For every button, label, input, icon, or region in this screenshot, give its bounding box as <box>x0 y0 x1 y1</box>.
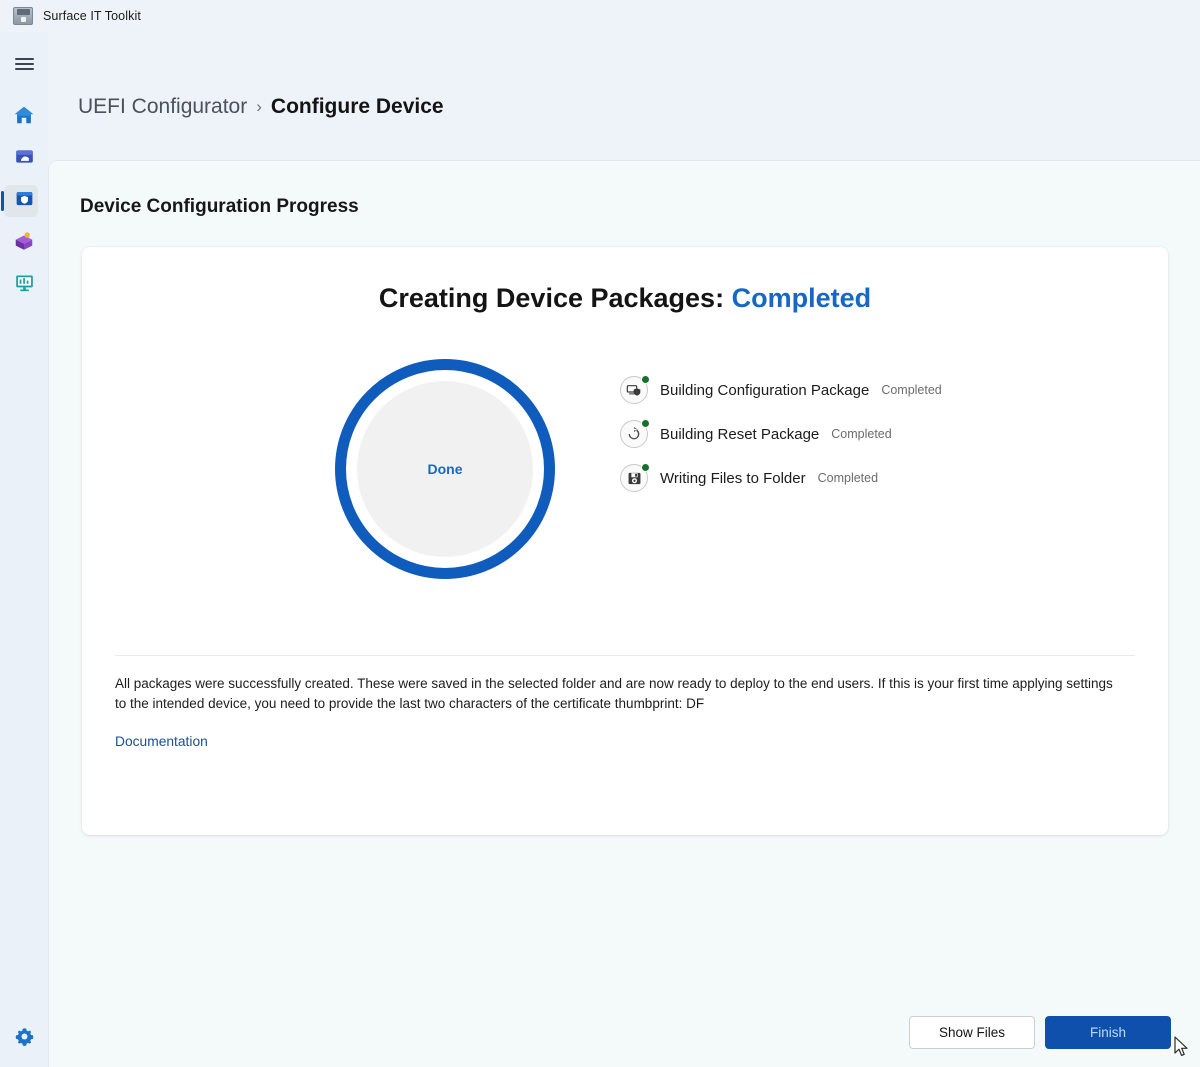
task-item: Writing Files to Folder Completed <box>620 463 942 493</box>
app-title: Surface IT Toolkit <box>43 9 141 23</box>
gear-icon <box>14 1026 35 1052</box>
data-eraser-icon <box>14 146 35 172</box>
task-status: Completed <box>831 427 891 441</box>
sidebar-item-asset-packager[interactable] <box>0 222 48 264</box>
card-divider <box>115 655 1135 656</box>
shield-box-icon <box>14 188 35 214</box>
mouse-cursor <box>1174 1036 1190 1063</box>
progress-zone: Done Build <box>82 355 1168 615</box>
rail-item-list <box>0 96 48 306</box>
footer-actions: Show Files Finish <box>909 1016 1171 1049</box>
task-list: Building Configuration Package Completed <box>620 375 942 493</box>
page-title: Device Configuration Progress <box>80 196 359 218</box>
content-surface: Device Configuration Progress Creating D… <box>48 160 1200 1067</box>
sidebar-item-uefi-configurator[interactable] <box>0 180 48 222</box>
navigation-rail <box>0 32 48 1067</box>
task-item: Building Configuration Package Completed <box>620 375 942 405</box>
monitor-chart-icon <box>14 272 35 298</box>
sidebar-item-data-eraser[interactable] <box>0 138 48 180</box>
progress-ring: Done <box>335 359 555 579</box>
result-description: All packages were successfully created. … <box>115 674 1115 714</box>
title-bar: Surface IT Toolkit <box>0 0 1200 32</box>
settings-button[interactable] <box>0 1019 48 1059</box>
reset-arrow-icon <box>620 420 648 448</box>
task-status: Completed <box>881 383 941 397</box>
task-status: Completed <box>818 471 878 485</box>
task-label: Building Configuration Package <box>660 382 869 399</box>
headline-prefix: Creating Device Packages: <box>379 283 724 313</box>
home-icon <box>13 104 35 131</box>
sidebar-item-home[interactable] <box>0 96 48 138</box>
progress-ring-label: Done <box>357 381 533 557</box>
headline-status: Completed <box>732 283 872 313</box>
breadcrumb-current: Configure Device <box>271 95 444 119</box>
toolbox-icon <box>13 7 33 25</box>
breadcrumb-separator-icon: › <box>256 97 262 117</box>
folder-save-icon <box>620 464 648 492</box>
documentation-link[interactable]: Documentation <box>115 734 208 749</box>
show-files-button[interactable]: Show Files <box>909 1016 1035 1049</box>
task-label: Building Reset Package <box>660 426 819 443</box>
sidebar-item-diagnostics[interactable] <box>0 264 48 306</box>
finish-button[interactable]: Finish <box>1045 1016 1171 1049</box>
breadcrumb: UEFI Configurator › Configure Device <box>78 95 444 119</box>
breadcrumb-root[interactable]: UEFI Configurator <box>78 95 247 119</box>
task-item: Building Reset Package Completed <box>620 419 942 449</box>
device-shield-icon <box>620 376 648 404</box>
package-icon <box>13 230 35 257</box>
progress-card: Creating Device Packages: Completed Done <box>82 247 1168 835</box>
hamburger-menu-icon[interactable] <box>0 42 48 86</box>
progress-headline: Creating Device Packages: Completed <box>82 283 1168 314</box>
task-label: Writing Files to Folder <box>660 470 806 487</box>
